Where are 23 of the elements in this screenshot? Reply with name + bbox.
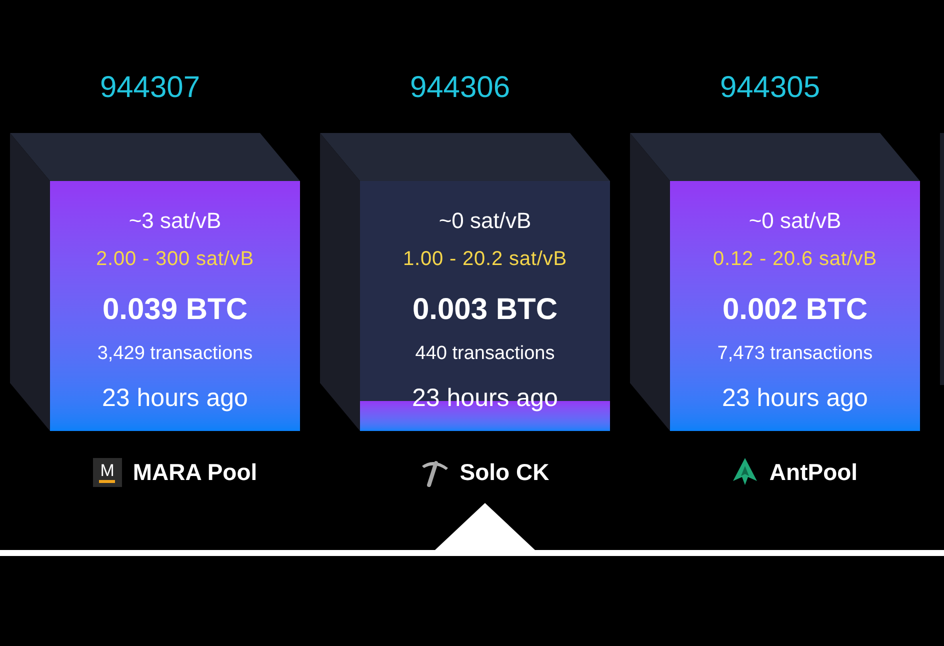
- fee-range: 2.00 - 300 sat/vB: [96, 247, 254, 272]
- fee-range: 0.12 - 20.6 sat/vB: [713, 247, 877, 272]
- pool-logo: M: [92, 458, 122, 486]
- pool-name-link[interactable]: Solo CK: [460, 457, 550, 487]
- block-front-face[interactable]: [360, 181, 610, 431]
- median-fee: ~0 sat/vB: [438, 208, 532, 234]
- total-fees: 0.003 BTC: [412, 292, 558, 328]
- total-fees: 0.039 BTC: [102, 292, 248, 328]
- pool-name-link[interactable]: AntPool: [769, 457, 858, 487]
- total-fees: 0.002 BTC: [722, 292, 868, 328]
- arrowhead-icon: [732, 458, 758, 486]
- fee-range: 1.00 - 20.2 sat/vB: [403, 247, 567, 272]
- block-height-link[interactable]: 944305: [720, 70, 820, 106]
- block-height-link[interactable]: 944307: [100, 70, 200, 106]
- block-height-link[interactable]: 944306: [410, 70, 510, 106]
- transaction-count: 7,473 transactions: [717, 342, 873, 366]
- block-time: 23 hours ago: [102, 383, 248, 413]
- median-fee: ~3 sat/vB: [128, 208, 222, 234]
- transaction-count: 440 transactions: [415, 342, 555, 366]
- pool-name-link[interactable]: MARA Pool: [132, 457, 258, 487]
- transaction-count: 3,429 transactions: [97, 342, 253, 366]
- median-fee: ~0 sat/vB: [748, 208, 842, 234]
- block-time: 23 hours ago: [722, 383, 868, 413]
